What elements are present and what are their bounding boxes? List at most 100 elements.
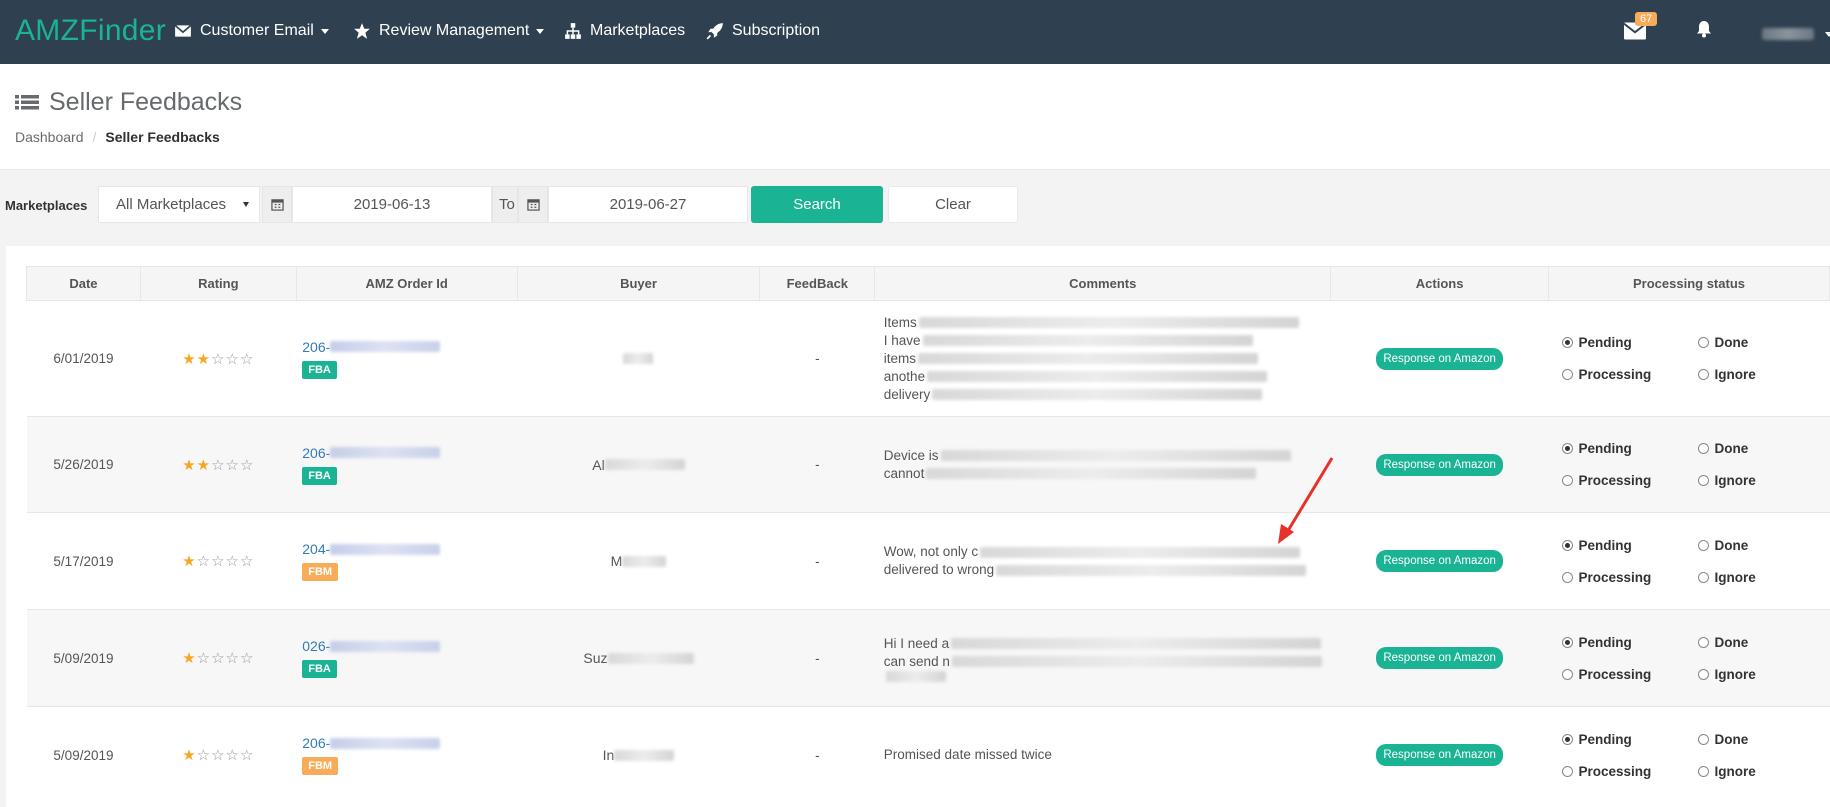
cell-processing-status: Pending Done Processing Ignore xyxy=(1548,706,1830,804)
col-order-id[interactable]: AMZ Order Id xyxy=(295,266,518,301)
radio-label: Processing xyxy=(1578,569,1652,585)
order-id-link[interactable]: 026- xyxy=(302,638,517,654)
response-on-amazon-button[interactable]: Response on Amazon xyxy=(1376,647,1503,669)
col-actions[interactable]: Actions xyxy=(1330,266,1549,301)
order-id-text: 206- xyxy=(302,444,331,461)
radio-done[interactable]: Done xyxy=(1697,634,1808,650)
radio-button[interactable] xyxy=(1561,337,1573,348)
col-feedback[interactable]: FeedBack xyxy=(759,266,876,301)
radio-done[interactable]: Done xyxy=(1697,441,1808,456)
radio-button[interactable] xyxy=(1561,443,1573,454)
radio-button[interactable] xyxy=(1561,733,1573,745)
response-on-amazon-button[interactable]: Response on Amazon xyxy=(1376,347,1503,370)
breadcrumb-home[interactable]: Dashboard xyxy=(15,129,84,145)
col-processing-status[interactable]: Processing status xyxy=(1548,266,1830,301)
nav-review-management[interactable]: Review Management xyxy=(353,22,545,40)
order-id-link[interactable]: 204- xyxy=(302,541,517,557)
col-buyer[interactable]: Buyer xyxy=(516,266,761,301)
comment-line: Hi I need a xyxy=(884,635,1331,653)
cell-processing-status: Pending Done Processing Ignore xyxy=(1548,300,1830,417)
fulfillment-badge: FBA xyxy=(302,360,337,379)
search-button[interactable]: Search xyxy=(751,186,883,223)
rating-stars: ★★☆☆☆ xyxy=(182,457,254,474)
bell-icon[interactable] xyxy=(1696,20,1712,38)
radio-processing[interactable]: Processing xyxy=(1561,367,1698,382)
radio-button[interactable] xyxy=(1561,668,1573,680)
chevron-down-icon[interactable] xyxy=(1825,32,1830,37)
page-header: Seller Feedbacks Dashboard / Seller Feedba… xyxy=(0,64,1830,170)
clear-button[interactable]: Clear xyxy=(888,186,1018,223)
comment-line: delivered to wrong xyxy=(884,561,1331,579)
radio-ignore[interactable]: Ignore xyxy=(1697,367,1808,382)
radio-processing[interactable]: Processing xyxy=(1561,473,1698,488)
order-id-link[interactable]: 206- xyxy=(302,445,517,461)
order-id-text: 206- xyxy=(302,338,331,355)
radio-pending[interactable]: Pending xyxy=(1561,732,1698,747)
radio-button[interactable] xyxy=(1561,369,1573,380)
comment-text: cannot xyxy=(883,465,925,481)
star-filled-icon: ★ xyxy=(182,350,197,368)
radio-done[interactable]: Done xyxy=(1697,335,1808,350)
radio-button[interactable] xyxy=(1697,539,1709,551)
radio-button[interactable] xyxy=(1697,636,1709,648)
radio-pending[interactable]: Pending xyxy=(1561,538,1698,553)
radio-button[interactable] xyxy=(1561,765,1573,777)
marketplace-select-value: All Marketplaces xyxy=(116,196,227,213)
radio-pending[interactable]: Pending xyxy=(1561,635,1698,650)
response-on-amazon-button[interactable]: Response on Amazon xyxy=(1376,744,1503,767)
radio-button[interactable] xyxy=(1697,668,1709,680)
redacted-text xyxy=(932,389,1263,400)
radio-pending[interactable]: Pending xyxy=(1561,335,1698,350)
col-comments[interactable]: Comments xyxy=(874,266,1332,301)
date-from-input[interactable]: 2019-06-13 xyxy=(292,186,492,223)
radio-ignore[interactable]: Ignore xyxy=(1697,473,1808,488)
radio-button[interactable] xyxy=(1561,571,1573,583)
radio-pending[interactable]: Pending xyxy=(1561,441,1698,456)
cell-feedback: - xyxy=(759,706,875,804)
nav-marketplaces[interactable]: Marketplaces xyxy=(564,22,685,40)
radio-button[interactable] xyxy=(1697,475,1709,486)
radio-processing[interactable]: Processing xyxy=(1561,667,1698,682)
chevron-down-icon xyxy=(320,28,329,34)
radio-done[interactable]: Done xyxy=(1697,538,1808,553)
radio-processing[interactable]: Processing xyxy=(1561,569,1698,585)
status-radio-group: Pending Done Processing Ignore xyxy=(1549,441,1830,488)
radio-ignore[interactable]: Ignore xyxy=(1697,667,1808,682)
radio-label: Done xyxy=(1714,634,1749,650)
radio-done[interactable]: Done xyxy=(1697,732,1808,747)
radio-ignore[interactable]: Ignore xyxy=(1697,764,1808,779)
nav-subscription[interactable]: Subscription xyxy=(706,22,820,40)
response-on-amazon-button[interactable]: Response on Amazon xyxy=(1376,550,1503,572)
cell-date: 5/09/2019 xyxy=(26,609,141,707)
comment-line: Promised date missed twice xyxy=(884,746,1331,764)
radio-button[interactable] xyxy=(1697,765,1709,777)
response-on-amazon-button[interactable]: Response on Amazon xyxy=(1376,453,1503,476)
radio-label: Pending xyxy=(1578,335,1632,350)
rocket-icon xyxy=(706,23,723,40)
radio-button[interactable] xyxy=(1697,337,1709,348)
app-logo[interactable]: AMZFinder xyxy=(15,14,166,48)
fulfillment-badge: FBA xyxy=(302,660,337,678)
comment-text: Promised date missed twice xyxy=(883,747,1052,763)
radio-button[interactable] xyxy=(1561,475,1573,486)
col-date[interactable]: Date xyxy=(26,266,141,301)
radio-ignore[interactable]: Ignore xyxy=(1697,570,1808,585)
marketplace-select[interactable]: All Marketplaces xyxy=(98,186,260,223)
order-id-link[interactable]: 206- xyxy=(302,339,517,355)
radio-button[interactable] xyxy=(1561,636,1573,648)
date-to-input[interactable]: 2019-06-27 xyxy=(548,186,748,223)
order-id-link[interactable]: 206- xyxy=(302,735,517,751)
col-rating[interactable]: Rating xyxy=(139,266,297,301)
radio-button[interactable] xyxy=(1697,443,1709,454)
nav-customer-email[interactable]: Customer Email xyxy=(174,22,329,40)
radio-button[interactable] xyxy=(1697,369,1709,380)
cell-feedback: - xyxy=(759,609,875,707)
star-empty-icon: ☆ xyxy=(211,456,226,474)
radio-button[interactable] xyxy=(1561,539,1573,551)
cell-processing-status: Pending Done Processing Ignore xyxy=(1548,416,1830,513)
cell-comments: Items I have items anothe delivery xyxy=(874,300,1331,417)
radio-processing[interactable]: Processing xyxy=(1561,764,1698,779)
radio-button[interactable] xyxy=(1697,571,1709,583)
radio-button[interactable] xyxy=(1697,733,1709,745)
user-menu[interactable] xyxy=(1762,28,1814,40)
